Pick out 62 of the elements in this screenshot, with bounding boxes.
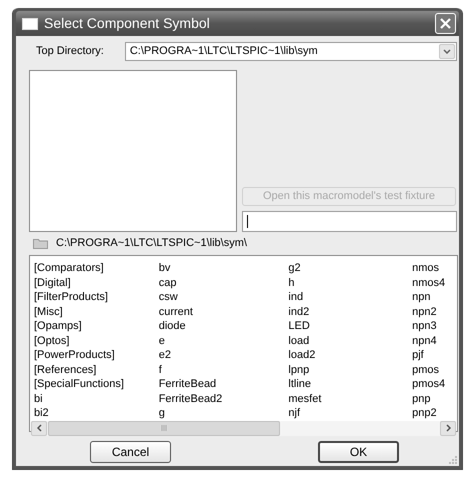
list-item[interactable]: load (288, 334, 310, 346)
list-item[interactable]: lpnp (288, 364, 310, 376)
list-item[interactable]: cap (158, 276, 176, 288)
chevron-down-icon (443, 49, 451, 54)
list-item[interactable]: mesfet (288, 392, 322, 404)
list-item[interactable]: [Comparators] (34, 262, 104, 274)
list-item[interactable]: LED (288, 320, 310, 332)
list-item[interactable]: g (158, 407, 165, 419)
symbol-name-field[interactable] (242, 211, 457, 232)
list-item[interactable]: ind2 (288, 306, 310, 318)
chevron-right-icon (446, 424, 450, 432)
list-item[interactable]: [References] (34, 364, 96, 376)
folder-icon (33, 237, 48, 249)
chevron-left-icon (36, 424, 42, 432)
list-item[interactable]: ltline (288, 378, 312, 390)
close-button[interactable] (435, 13, 456, 34)
list-item[interactable]: pnp2 (412, 407, 437, 419)
list-item[interactable]: h (288, 276, 295, 288)
list-item[interactable]: e2 (158, 349, 171, 361)
list-item[interactable]: [Misc] (34, 306, 63, 318)
list-item[interactable]: bi2 (34, 407, 49, 419)
list-item[interactable]: [Opamps] (34, 320, 82, 332)
list-item[interactable]: npn4 (412, 334, 437, 346)
scroll-right-button[interactable] (440, 420, 456, 436)
list-item[interactable]: pjf (412, 349, 424, 361)
list-item[interactable]: bv (158, 262, 170, 274)
list-item[interactable]: pnp (412, 392, 430, 404)
dialog-button[interactable]: OK (318, 441, 399, 463)
list-item[interactable]: njf (288, 407, 300, 419)
list-item[interactable]: ind (288, 291, 304, 303)
list-item[interactable]: csw (158, 291, 178, 303)
list-item[interactable]: npn2 (412, 306, 437, 318)
dialog-button[interactable]: Cancel (90, 441, 171, 463)
list-item[interactable]: [SpecialFunctions] (34, 378, 124, 390)
list-item[interactable]: current (158, 306, 193, 318)
list-item[interactable]: FerriteBead2 (158, 392, 222, 404)
list-item[interactable]: [Optos] (34, 334, 70, 346)
window-title: Select Component Symbol (44, 14, 211, 33)
list-item[interactable]: bi (34, 392, 43, 404)
scrollbar-thumb[interactable] (48, 420, 280, 436)
list-item[interactable]: npn (412, 291, 430, 303)
list-item[interactable]: diode (158, 320, 186, 332)
current-path: C:\PROGRA~1\LTC\LTSPIC~1\lib\sym\ (56, 236, 247, 251)
list-item[interactable]: [Digital] (34, 276, 71, 288)
window-icon (22, 18, 38, 30)
scroll-left-button[interactable] (31, 420, 47, 436)
list-item[interactable]: nmos4 (412, 276, 446, 288)
resize-grip-icon (448, 455, 458, 465)
list-item[interactable]: pmos4 (412, 378, 446, 390)
list-item[interactable]: g2 (288, 262, 301, 274)
directory-dropdown[interactable]: C:\PROGRA~1\LTC\LTSPIC~1\lib\sym (124, 42, 457, 61)
list-item[interactable]: nmos (412, 262, 439, 274)
list-item[interactable]: [PowerProducts] (34, 349, 115, 361)
list-item[interactable]: f (158, 364, 162, 376)
list-item[interactable]: e (158, 334, 165, 346)
list-item[interactable]: [FilterProducts] (34, 291, 108, 303)
list-item[interactable]: pmos (412, 364, 439, 376)
close-icon (439, 17, 452, 30)
list-item[interactable]: load2 (288, 349, 316, 361)
list-item[interactable]: npn3 (412, 320, 437, 332)
field-label: Top Directory: (36, 44, 105, 60)
list-item[interactable]: FerriteBead (158, 378, 216, 390)
